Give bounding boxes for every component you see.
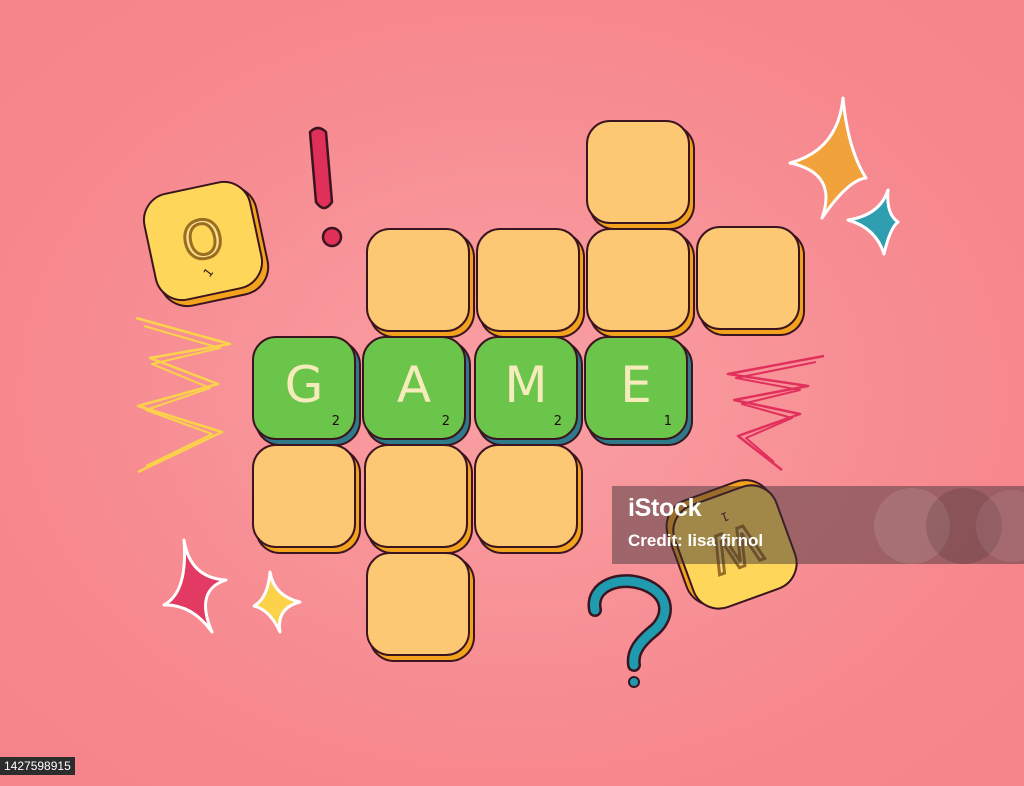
watermark-band: iStock Credit: lisa firnol <box>612 486 1024 564</box>
sparkle-icon <box>252 570 302 634</box>
zigzag-icon <box>135 316 232 474</box>
stock-id-label: 1427598915 <box>0 757 75 775</box>
sparkle-icon <box>788 96 868 220</box>
crossword-illustration: G 2 A 2 M 2 E 1 O 1 W 1 iStock Credit: l… <box>0 0 1024 786</box>
question-icon <box>587 574 672 688</box>
sparkle-icon <box>162 538 228 634</box>
watermark-logo: iStock <box>628 494 702 522</box>
doodle-layer <box>135 96 900 688</box>
watermark-credit: Credit: lisa firnol <box>628 531 764 550</box>
zigzag-icon <box>726 354 825 471</box>
exclamation-icon <box>308 126 343 248</box>
sparkle-icon <box>846 188 900 256</box>
